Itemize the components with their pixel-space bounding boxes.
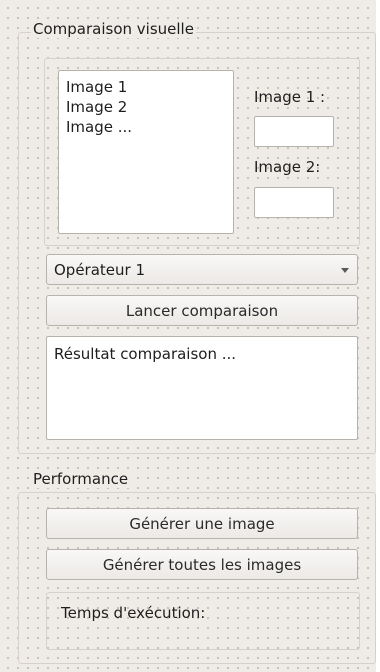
- comparison-group-title: Comparaison visuelle: [31, 20, 196, 38]
- window-background: Comparaison visuelle Image 1 Image 2 Ima…: [0, 0, 376, 672]
- image-list[interactable]: Image 1 Image 2 Image ...: [58, 70, 234, 234]
- image2-label: Image 2:: [254, 158, 321, 176]
- image2-field[interactable]: [254, 187, 334, 218]
- launch-comparison-button[interactable]: Lancer comparaison: [46, 295, 358, 326]
- generate-all-images-label: Générer toutes les images: [102, 555, 302, 574]
- generate-all-images-button[interactable]: Générer toutes les images: [46, 549, 358, 580]
- launch-comparison-label: Lancer comparaison: [125, 301, 279, 320]
- image1-field[interactable]: [254, 116, 334, 147]
- operator-select[interactable]: Opérateur 1: [46, 254, 358, 285]
- result-output: Résultat comparaison ...: [46, 336, 358, 440]
- list-item[interactable]: Image 1: [66, 77, 226, 97]
- generate-one-image-label: Générer une image: [129, 514, 275, 533]
- operator-select-value: Opérateur 1: [54, 260, 146, 279]
- image1-label: Image 1 :: [254, 88, 326, 106]
- list-item[interactable]: Image 2: [66, 97, 226, 117]
- exec-time-label: Temps d'exécution:: [61, 604, 206, 622]
- generate-one-image-button[interactable]: Générer une image: [46, 508, 358, 539]
- performance-group-title: Performance: [31, 470, 131, 488]
- chevron-down-icon: [341, 267, 349, 273]
- result-text: Résultat comparaison ...: [54, 345, 237, 363]
- list-item[interactable]: Image ...: [66, 117, 226, 137]
